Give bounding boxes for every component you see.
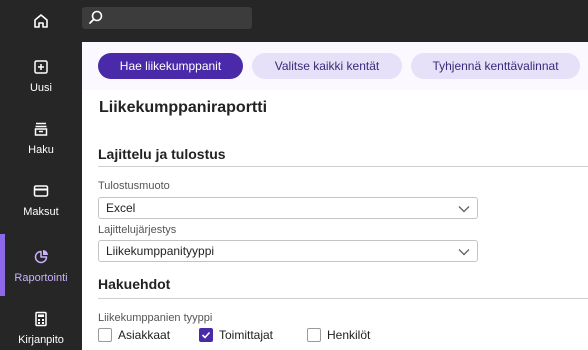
checkbox-label: Henkilöt — [327, 328, 371, 342]
sidebar-item-label: Uusi — [29, 81, 52, 94]
output-format-value: Excel — [106, 201, 136, 215]
sidebar-item-kirjanpito[interactable]: Kirjanpito — [0, 296, 82, 350]
sort-order-label: Lajittelujärjestys — [98, 224, 177, 236]
checkbox-label: Toimittajat — [219, 328, 274, 342]
sort-order-select[interactable]: Liikekumppanityyppi — [98, 240, 478, 262]
section-divider — [98, 166, 588, 167]
plus-square-icon — [33, 57, 49, 77]
checkbox-toimittajat[interactable]: Toimittajat — [199, 328, 273, 342]
main-content: Hae liikekumppanit Valitse kaikki kentät… — [82, 42, 588, 350]
calculator-icon — [33, 309, 49, 329]
toolbar: Hae liikekumppanit Valitse kaikki kentät… — [82, 42, 588, 90]
page-title: Liikekumppaniraportti — [99, 99, 268, 116]
sort-order-value: Liikekumppanityyppi — [106, 244, 215, 258]
fetch-partners-button[interactable]: Hae liikekumppanit — [98, 53, 243, 79]
checkbox-box[interactable] — [98, 328, 112, 342]
checkbox-label: Asiakkaat — [118, 328, 171, 342]
top-bar — [0, 0, 588, 42]
checkmark-icon — [201, 331, 211, 339]
sidebar-item-label: Haku — [28, 143, 54, 156]
section-divider — [98, 298, 588, 299]
partner-type-label: Liikekumppanien tyyppi — [98, 312, 213, 324]
sidebar-item-uusi[interactable]: Uusi — [0, 44, 82, 106]
sidebar-item-label: Kirjanpito — [18, 333, 64, 346]
section-heading-sorting: Lajittelu ja tulostus — [98, 146, 226, 162]
sidebar-item-maksut[interactable]: Maksut — [0, 168, 82, 230]
sidebar-item-haku[interactable]: Haku — [0, 106, 82, 168]
checkbox-box[interactable] — [199, 328, 213, 342]
checkbox-asiakkaat[interactable]: Asiakkaat — [98, 328, 170, 342]
checkbox-box[interactable] — [307, 328, 321, 342]
pie-chart-icon — [33, 247, 49, 267]
chevron-down-icon — [458, 206, 470, 213]
output-format-select[interactable]: Excel — [98, 197, 478, 219]
section-heading-criteria: Hakuehdot — [98, 276, 171, 292]
select-all-fields-button[interactable]: Valitse kaikki kentät — [252, 53, 402, 79]
search-icon — [89, 10, 103, 24]
search-input[interactable] — [82, 7, 252, 29]
sidebar-item-label: Maksut — [23, 205, 59, 218]
sidebar-item-raportointi[interactable]: Raportointi — [0, 234, 82, 296]
output-format-label: Tulostusmuoto — [98, 180, 170, 192]
sidebar-item-label: Raportointi — [14, 271, 68, 284]
archive-icon — [33, 119, 49, 139]
sidebar: Uusi Haku Maksut Raportointi Kirjanpito — [0, 42, 82, 350]
checkbox-henkilot[interactable]: Henkilöt — [307, 328, 370, 342]
credit-card-icon — [33, 181, 49, 201]
clear-field-selections-button[interactable]: Tyhjennä kenttävalinnat — [411, 53, 580, 79]
chevron-down-icon — [458, 249, 470, 256]
home-icon — [34, 14, 48, 28]
home-button[interactable] — [0, 0, 82, 42]
